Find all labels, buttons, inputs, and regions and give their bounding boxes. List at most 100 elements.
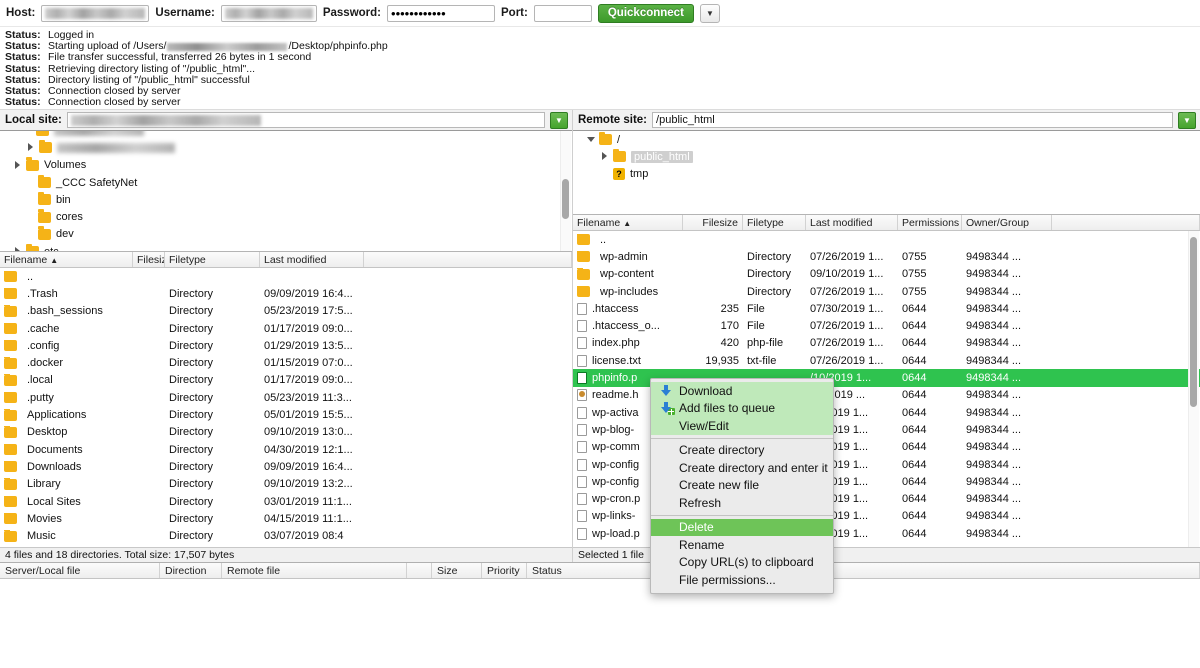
tree-item-tmp[interactable]: ? tmp	[573, 166, 1200, 183]
filename-text: wp-admin	[600, 251, 648, 263]
menu-item-add-files-to-queue[interactable]: Add files to queue	[651, 400, 833, 418]
table-row[interactable]: .bash_sessionsDirectory05/23/2019 17:5..…	[0, 303, 572, 320]
table-row[interactable]: DesktopDirectory09/10/2019 13:0...	[0, 424, 572, 441]
table-row[interactable]: Local SitesDirectory03/01/2019 11:1...	[0, 493, 572, 510]
column-header-filesize[interactable]: Filesize	[683, 215, 743, 230]
menu-item-rename[interactable]: Rename	[651, 536, 833, 554]
column-header-lastmodified[interactable]: Last modified	[806, 215, 898, 230]
remote-scrollbar[interactable]	[1190, 237, 1197, 407]
column-header-lastmodified[interactable]: Last modified	[260, 252, 364, 267]
table-row[interactable]: wp-adminDirectory07/26/2019 1...07559498…	[573, 248, 1200, 265]
table-row[interactable]: LibraryDirectory09/10/2019 13:2...	[0, 476, 572, 493]
cell-filename: wp-content	[573, 268, 683, 280]
chevron-right-icon[interactable]	[601, 152, 610, 161]
table-row[interactable]: .localDirectory01/17/2019 09:0...	[0, 372, 572, 389]
column-header-size[interactable]: Size	[432, 563, 482, 578]
column-header-queue-spacer	[407, 563, 432, 578]
filezilla-window: Host: Username: Password: •••••••••••• P…	[0, 0, 1200, 668]
tree-item-volumes[interactable]: Volumes	[0, 157, 572, 174]
column-header-serverlocalfile[interactable]: Server/Local file	[0, 563, 160, 578]
table-row[interactable]: ApplicationsDirectory05/01/2019 15:5...	[0, 406, 572, 423]
table-row[interactable]: license.txt19,935txt-file07/26/2019 1...…	[573, 352, 1200, 369]
tree-item-ccc-safetynet[interactable]: _CCC SafetyNet	[0, 174, 572, 191]
local-tree-scrollbar[interactable]	[562, 179, 569, 219]
port-input[interactable]	[534, 5, 592, 22]
column-header-filesize[interactable]: Filesize	[133, 252, 165, 267]
menu-item-create-directory-and-enter[interactable]: Create directory and enter it	[651, 459, 833, 477]
chevron-right-icon[interactable]	[14, 161, 23, 170]
cell-filename: .htaccess	[573, 303, 683, 315]
quickconnect-button[interactable]: Quickconnect	[598, 4, 694, 23]
menu-item-download[interactable]: Download	[651, 382, 833, 400]
column-header-priority[interactable]: Priority	[482, 563, 527, 578]
remote-site-input[interactable]: /public_html	[652, 112, 1173, 128]
host-input[interactable]	[41, 5, 149, 22]
table-row[interactable]: MusicDirectory03/07/2019 08:4	[0, 527, 572, 544]
table-row[interactable]: .dockerDirectory01/15/2019 07:0...	[0, 354, 572, 371]
menu-item-label: Create new file	[679, 478, 759, 492]
local-status-bar: 4 files and 18 directories. Total size: …	[0, 547, 572, 562]
table-row[interactable]: .puttyDirectory05/23/2019 11:3...	[0, 389, 572, 406]
context-menu[interactable]: Download Add files to queue View/Edit Cr…	[650, 378, 834, 594]
menu-item-view-edit[interactable]: View/Edit	[651, 417, 833, 435]
column-header-filename[interactable]: Filename ▲	[0, 252, 133, 267]
username-input[interactable]	[221, 5, 317, 22]
table-row[interactable]: DocumentsDirectory04/30/2019 12:1...	[0, 441, 572, 458]
table-row[interactable]: index.php420php-file07/26/2019 1...06449…	[573, 335, 1200, 352]
local-file-rows[interactable]: ...TrashDirectory09/09/2019 16:4....bash…	[0, 268, 572, 547]
local-pane: Local site: ▼	[0, 110, 573, 562]
menu-item-file-permissions[interactable]: File permissions...	[651, 571, 833, 589]
table-row[interactable]: ..	[0, 268, 572, 285]
tree-item-cores[interactable]: cores	[0, 208, 572, 225]
table-row[interactable]: wp-includesDirectory07/26/2019 1...07559…	[573, 283, 1200, 300]
menu-item-refresh[interactable]: Refresh	[651, 494, 833, 512]
remote-directory-tree[interactable]: / public_html ? tmp	[573, 131, 1200, 215]
cell-permissions: 0644	[898, 459, 962, 471]
password-input[interactable]: ••••••••••••	[387, 5, 495, 22]
transfer-queue-body[interactable]	[0, 579, 1200, 647]
local-directory-tree[interactable]: Volumes _CCC SafetyNet bin cores	[0, 131, 572, 252]
column-header-filename[interactable]: Filename ▲	[573, 215, 683, 230]
tree-item-label: public_html	[631, 151, 693, 163]
table-row[interactable]: wp-contentDirectory09/10/2019 1...075594…	[573, 266, 1200, 283]
remote-site-dropdown-icon[interactable]: ▼	[1178, 112, 1196, 129]
menu-item-label: File permissions...	[679, 573, 776, 587]
filename-text: Applications	[27, 409, 86, 421]
local-site-dropdown-icon[interactable]: ▼	[550, 112, 568, 129]
menu-item-create-new-file[interactable]: Create new file	[651, 477, 833, 495]
local-file-list[interactable]: Filename ▲ Filesize Filetype Last modifi…	[0, 252, 572, 547]
tree-item-bin[interactable]: bin	[0, 191, 572, 208]
table-row[interactable]: MoviesDirectory04/15/2019 11:1...	[0, 510, 572, 527]
column-header-remotefile[interactable]: Remote file	[222, 563, 407, 578]
local-site-input[interactable]	[67, 112, 545, 128]
tree-item-dev[interactable]: dev	[0, 226, 572, 243]
folder-icon	[4, 306, 17, 317]
tree-item[interactable]	[0, 131, 572, 139]
table-row[interactable]: .cacheDirectory01/17/2019 09:0...	[0, 320, 572, 337]
cell-filename: Music	[0, 530, 133, 542]
table-row[interactable]: .htaccess_o...170File07/26/2019 1...0644…	[573, 317, 1200, 334]
cell-lastmodified: 09/10/2019 1...	[806, 268, 898, 280]
menu-item-copy-urls[interactable]: Copy URL(s) to clipboard	[651, 554, 833, 572]
tree-item[interactable]	[0, 139, 572, 156]
table-row[interactable]: .TrashDirectory09/09/2019 16:4...	[0, 285, 572, 302]
download-arrow-icon	[660, 385, 672, 397]
column-header-filetype[interactable]: Filetype	[165, 252, 260, 267]
column-header-direction[interactable]: Direction	[160, 563, 222, 578]
column-header-ownergroup[interactable]: Owner/Group	[962, 215, 1052, 230]
menu-item-create-directory[interactable]: Create directory	[651, 442, 833, 460]
tree-item-public-html[interactable]: public_html	[573, 148, 1200, 165]
tree-item-root[interactable]: /	[573, 131, 1200, 148]
chevron-right-icon[interactable]	[27, 143, 36, 152]
column-header-permissions[interactable]: Permissions	[898, 215, 962, 230]
table-row[interactable]: .configDirectory01/29/2019 13:5...	[0, 337, 572, 354]
tree-item-etc[interactable]: etc	[0, 243, 572, 252]
menu-item-delete[interactable]: Delete	[651, 519, 833, 537]
table-row[interactable]: DownloadsDirectory09/09/2019 16:4...	[0, 458, 572, 475]
chevron-down-icon[interactable]: ▼	[700, 4, 720, 23]
table-row[interactable]: ..	[573, 231, 1200, 248]
column-header-filetype[interactable]: Filetype	[743, 215, 806, 230]
chevron-down-icon[interactable]	[587, 135, 596, 144]
table-row[interactable]: .htaccess235File07/30/2019 1...064494983…	[573, 300, 1200, 317]
column-header-status[interactable]: Status	[527, 563, 1200, 578]
